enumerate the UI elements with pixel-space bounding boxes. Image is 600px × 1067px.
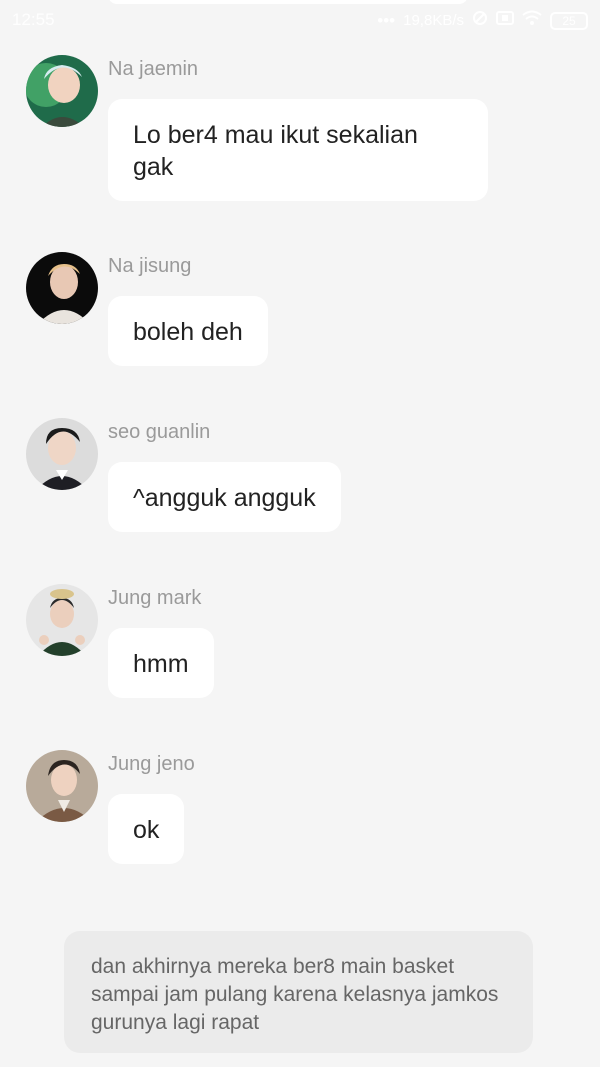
status-icons: ••• 19,8KB/s 25 [377,10,588,31]
sender-name: Na jaemin [108,58,199,80]
avatar-seo-guanlin[interactable] [26,418,98,490]
avatar-na-jaemin[interactable] [26,55,98,127]
narration-box: dan akhirnya mereka ber8 main basket sam… [64,931,533,1053]
avatar-jung-mark[interactable] [26,584,98,656]
signal-dots-icon: ••• [377,10,396,30]
message-text: boleh deh [133,318,243,346]
previous-message-bubble [108,0,468,4]
network-speed: 19,8KB/s [403,12,464,29]
message-text: ok [133,816,160,844]
message-text: hmm [133,650,189,678]
sender-name: Jung mark [108,587,202,609]
message-bubble[interactable]: ^angguk angguk [108,462,341,532]
avatar-jung-jeno[interactable] [26,750,98,822]
wifi-icon [522,10,542,31]
data-saver-icon [472,10,488,31]
avatar-na-jisung[interactable] [26,252,98,324]
message-bubble[interactable]: Lo ber4 mau ikut sekalian gak [108,99,488,201]
message-text: ^angguk angguk [133,484,316,512]
status-time: 12:55 [12,10,55,29]
narration-text: dan akhirnya mereka ber8 main basket sam… [91,955,499,1034]
message-bubble[interactable]: boleh deh [108,296,268,366]
message-bubble[interactable]: ok [108,794,185,864]
message-text: Lo ber4 mau ikut sekalian gak [133,121,418,181]
sender-name: seo guanlin [108,421,211,443]
message-bubble[interactable]: hmm [108,628,214,698]
sender-name: Jung jeno [108,753,195,775]
battery-icon: 25 [550,11,588,30]
sender-name: Na jisung [108,255,192,277]
sim-icon [496,10,514,31]
status-bar: 12:55 ••• 19,8KB/s 25 [0,0,600,42]
